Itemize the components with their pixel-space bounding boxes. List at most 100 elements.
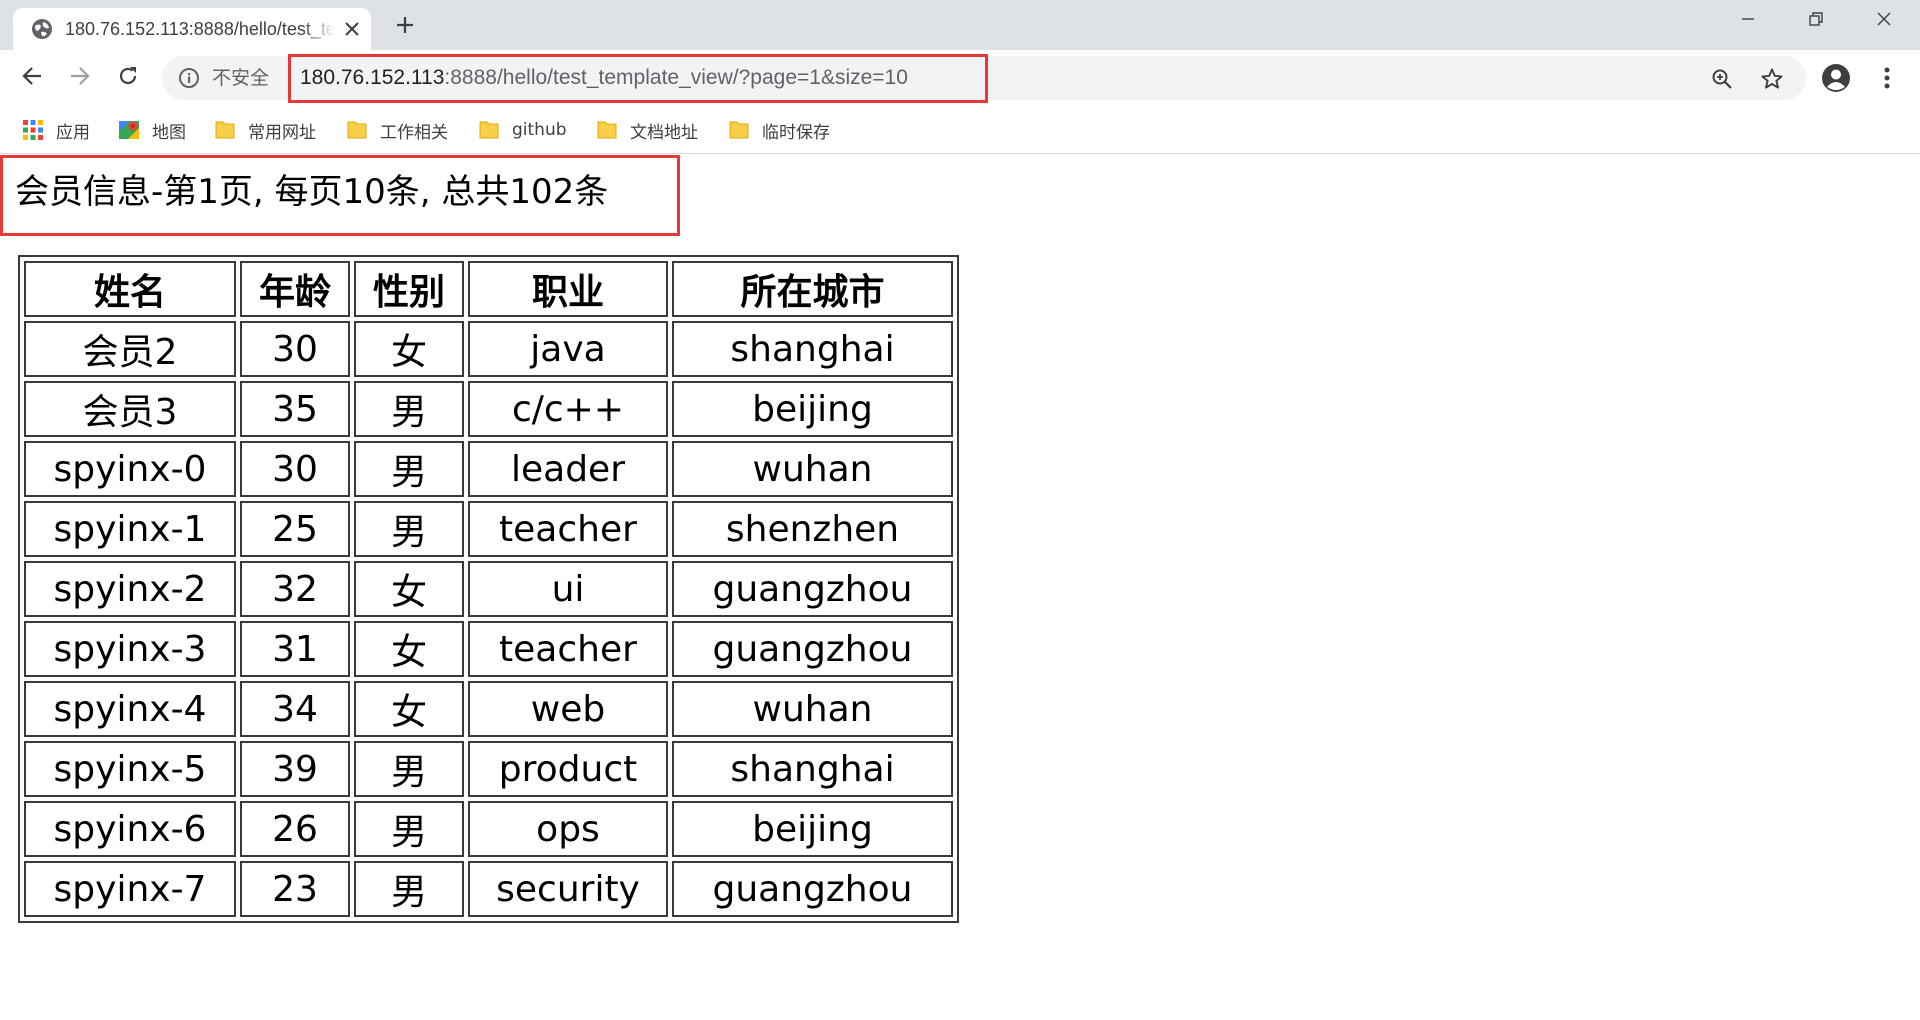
cell-name: spyinx-3 [24,621,236,677]
folder-icon [214,119,236,141]
cell-job: product [468,741,668,797]
minimize-button[interactable] [1714,0,1782,42]
cell-age: 35 [240,381,350,437]
cell-name: spyinx-2 [24,561,236,617]
arrow-right-icon [69,65,91,91]
cell-job: java [468,321,668,377]
cell-city: guangzhou [672,561,953,617]
members-table: 姓名 年龄 性别 职业 所在城市 会员2 30 女 java shanghai … [18,255,959,923]
cell-city: beijing [672,801,953,857]
close-window-button[interactable] [1850,0,1918,42]
column-header-city: 所在城市 [672,261,953,317]
table-row: spyinx-7 23 男 security guangzhou [24,861,953,917]
folder-icon [728,119,750,141]
more-menu-icon[interactable] [1872,62,1902,94]
cell-name: spyinx-5 [24,741,236,797]
reload-icon [117,65,139,91]
table-row: spyinx-3 31 女 teacher guangzhou [24,621,953,677]
new-tab-button[interactable] [388,10,422,44]
cell-age: 31 [240,621,350,677]
cell-gender: 男 [354,801,464,857]
bookmark-folder-github[interactable]: github [478,113,567,147]
cell-age: 30 [240,441,350,497]
tab-title: 180.76.152.113:8888/hello/test_template_… [65,19,335,39]
cell-job: web [468,681,668,737]
cell-gender: 女 [354,561,464,617]
bookmarks-bar: 应用 地图 常用网址 工作相关 github 文档地址 临时保存 [0,106,1920,154]
bookmark-folder-docs[interactable]: 文档地址 [596,113,698,147]
folder-icon [346,119,368,141]
cell-job: leader [468,441,668,497]
cell-name: spyinx-7 [24,861,236,917]
cell-gender: 男 [354,741,464,797]
bookmark-apps[interactable]: 应用 [22,113,90,147]
column-header-age: 年龄 [240,261,350,317]
bookmark-folder-common[interactable]: 常用网址 [214,113,316,147]
url-text[interactable]: 180.76.152.113:8888/hello/test_template_… [300,56,908,100]
plus-icon [395,15,415,39]
cell-age: 30 [240,321,350,377]
page-title: 会员信息-第1页, 每页10条, 总共102条 [15,172,609,212]
bookmark-star-icon[interactable] [1758,65,1786,93]
cell-gender: 女 [354,321,464,377]
bookmark-label: 文档地址 [630,122,698,143]
table-row: spyinx-6 26 男 ops beijing [24,801,953,857]
bookmark-label: 地图 [152,122,186,143]
table-row: 会员2 30 女 java shanghai [24,321,953,377]
cell-gender: 女 [354,621,464,677]
cell-gender: 女 [354,681,464,737]
cell-name: 会员2 [24,321,236,377]
cell-name: 会员3 [24,381,236,437]
bookmark-folder-work[interactable]: 工作相关 [346,113,448,147]
cell-city: wuhan [672,681,953,737]
cell-name: spyinx-4 [24,681,236,737]
zoom-icon[interactable] [1708,65,1736,93]
tab-strip: 180.76.152.113:8888/hello/test_template_… [0,0,1920,50]
cell-name: spyinx-1 [24,501,236,557]
cell-job: teacher [468,621,668,677]
cell-job: security [468,861,668,917]
cell-age: 34 [240,681,350,737]
cell-city: wuhan [672,441,953,497]
browser-tab[interactable]: 180.76.152.113:8888/hello/test_template_… [13,8,371,50]
bookmark-label: 常用网址 [248,122,316,143]
bookmark-maps[interactable]: 地图 [118,113,186,147]
cell-city: guangzhou [672,621,953,677]
cell-age: 32 [240,561,350,617]
arrow-left-icon [21,65,43,91]
column-header-gender: 性别 [354,261,464,317]
folder-icon [478,119,500,141]
table-row: 会员3 35 男 c/c++ beijing [24,381,953,437]
column-header-job: 职业 [468,261,668,317]
folder-icon [596,119,618,141]
forward-button[interactable] [62,60,98,96]
cell-job: ops [468,801,668,857]
bookmark-label: 临时保存 [762,122,830,143]
cell-age: 25 [240,501,350,557]
cell-age: 23 [240,861,350,917]
restore-icon [1808,11,1824,31]
apps-grid-icon [22,119,44,141]
table-row: spyinx-4 34 女 web wuhan [24,681,953,737]
cell-city: shanghai [672,741,953,797]
column-header-name: 姓名 [24,261,236,317]
restore-button[interactable] [1782,0,1850,42]
cell-city: shanghai [672,321,953,377]
info-icon[interactable] [178,67,200,89]
address-bar[interactable]: 不安全 180.76.152.113:8888/hello/test_templ… [162,54,1806,103]
cell-city: shenzhen [672,501,953,557]
cell-age: 39 [240,741,350,797]
minimize-icon [1740,11,1756,31]
profile-avatar-icon[interactable] [1820,62,1852,94]
browser-toolbar: 不安全 180.76.152.113:8888/hello/test_templ… [0,50,1920,106]
reload-button[interactable] [110,60,146,96]
cell-city: guangzhou [672,861,953,917]
bookmark-folder-temp[interactable]: 临时保存 [728,113,830,147]
page-content: 会员信息-第1页, 每页10条, 总共102条 姓名 年龄 性别 职业 所在城市… [0,155,1920,1020]
back-button[interactable] [14,60,50,96]
close-tab-icon[interactable] [340,17,364,41]
cell-gender: 男 [354,441,464,497]
security-label[interactable]: 不安全 [212,56,269,100]
table-row: spyinx-0 30 男 leader wuhan [24,441,953,497]
cell-gender: 男 [354,861,464,917]
